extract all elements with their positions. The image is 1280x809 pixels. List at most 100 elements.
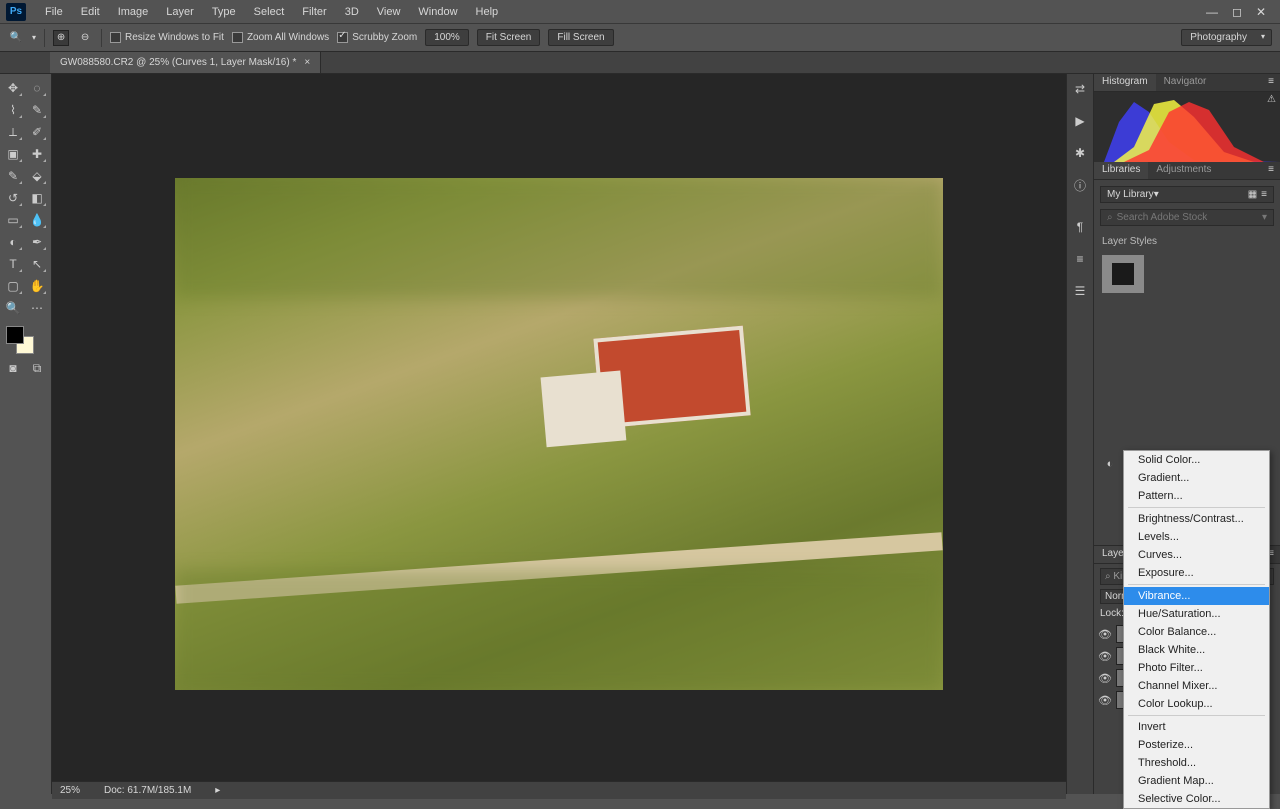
menu-window[interactable]: Window: [409, 6, 466, 18]
menu-item-vibrance---[interactable]: Vibrance...: [1124, 587, 1269, 605]
collapsed-panel-icon[interactable]: ≡: [1071, 250, 1089, 268]
gradient-tool[interactable]: ▭: [2, 210, 24, 230]
blur-tool[interactable]: 💧: [26, 210, 48, 230]
doc-size-display[interactable]: Doc: 61.7M/185.1M: [104, 785, 191, 796]
minimize-button[interactable]: —: [1206, 5, 1218, 19]
menu-item-exposure---[interactable]: Exposure...: [1124, 564, 1269, 582]
menu-type[interactable]: Type: [203, 6, 245, 18]
collapsed-panel-icon[interactable]: ☰: [1071, 282, 1089, 300]
path-select-tool[interactable]: ↖: [26, 254, 48, 274]
menu-select[interactable]: Select: [245, 6, 294, 18]
workspace-switcher[interactable]: Photography: [1181, 29, 1272, 46]
brush-tool[interactable]: ✎: [2, 166, 24, 186]
menu-filter[interactable]: Filter: [293, 6, 335, 18]
collapsed-panel-icon[interactable]: ✱: [1071, 144, 1089, 162]
color-swatches[interactable]: [2, 326, 48, 356]
history-brush-tool[interactable]: ↺: [2, 188, 24, 208]
tool-indicator-zoom[interactable]: 🔍: [8, 30, 24, 46]
menu-item-selective-color---[interactable]: Selective Color...: [1124, 790, 1269, 808]
tab-navigator[interactable]: Navigator: [1156, 74, 1215, 91]
tab-histogram[interactable]: Histogram: [1094, 74, 1156, 91]
foreground-color-swatch[interactable]: [6, 326, 24, 344]
visibility-icon[interactable]: 👁: [1098, 694, 1110, 707]
menu-item-solid-color---[interactable]: Solid Color...: [1124, 451, 1269, 469]
menu-item-pattern---[interactable]: Pattern...: [1124, 487, 1269, 505]
dodge-tool[interactable]: ◐: [2, 232, 24, 252]
status-chevron-icon[interactable]: ▸: [215, 785, 220, 796]
menu-item-color-balance---[interactable]: Color Balance...: [1124, 623, 1269, 641]
collapsed-panel-icon[interactable]: ▶: [1071, 112, 1089, 130]
visibility-icon[interactable]: 👁: [1098, 672, 1110, 685]
close-button[interactable]: ✕: [1256, 5, 1266, 19]
screen-mode-toggle[interactable]: ⧉: [26, 358, 48, 378]
edit-toolbar[interactable]: ⋯: [26, 298, 48, 318]
collapsed-panel-icon[interactable]: ¶: [1071, 218, 1089, 236]
document-tab[interactable]: GW088580.CR2 @ 25% (Curves 1, Layer Mask…: [50, 52, 321, 73]
type-tool[interactable]: T: [2, 254, 24, 274]
zoom-out-icon[interactable]: ⊖: [77, 30, 93, 46]
collapsed-panel-icon[interactable]: ⓘ: [1071, 176, 1089, 194]
menu-edit[interactable]: Edit: [72, 6, 109, 18]
zoom-level-display[interactable]: 25%: [60, 785, 80, 796]
menu-image[interactable]: Image: [109, 6, 158, 18]
menu-item-invert[interactable]: Invert: [1124, 718, 1269, 736]
move-tool[interactable]: ✥: [2, 78, 24, 98]
menu-item-channel-mixer---[interactable]: Channel Mixer...: [1124, 677, 1269, 695]
library-selector[interactable]: My Library▾ ▦≡: [1100, 186, 1274, 203]
library-search-input[interactable]: ⌕ Search Adobe Stock ▾: [1100, 209, 1274, 226]
frame-tool[interactable]: ▣: [2, 144, 24, 164]
maximize-button[interactable]: ◻: [1232, 5, 1242, 19]
canvas-area[interactable]: [52, 74, 1066, 794]
menu-item-brightness-contrast---[interactable]: Brightness/Contrast...: [1124, 510, 1269, 528]
hand-tool[interactable]: ✋: [26, 276, 48, 296]
list-view-icon[interactable]: ≡: [1261, 189, 1267, 200]
quick-select-tool[interactable]: ✎: [26, 100, 48, 120]
resize-windows-checkbox[interactable]: Resize Windows to Fit: [110, 32, 224, 43]
spot-heal-tool[interactable]: ✚: [26, 144, 48, 164]
fill-screen-button[interactable]: Fill Screen: [548, 29, 613, 46]
quick-mask-toggle[interactable]: ◙: [2, 358, 24, 378]
lasso-tool[interactable]: ⌇: [2, 100, 24, 120]
zoom-tool[interactable]: 🔍: [2, 298, 24, 318]
new-adjustment-layer-button[interactable]: ◐: [1099, 456, 1121, 472]
pen-tool[interactable]: ✒: [26, 232, 48, 252]
zoom-100-button[interactable]: 100%: [425, 29, 469, 46]
tab-adjustments[interactable]: Adjustments: [1148, 162, 1219, 179]
panel-menu-icon[interactable]: ≡: [1262, 74, 1280, 91]
tab-libraries[interactable]: Libraries: [1094, 162, 1148, 179]
menu-item-hue-saturation---[interactable]: Hue/Saturation...: [1124, 605, 1269, 623]
menu-item-photo-filter---[interactable]: Photo Filter...: [1124, 659, 1269, 677]
menu-item-curves---[interactable]: Curves...: [1124, 546, 1269, 564]
menu-item-black--white---[interactable]: Black White...: [1124, 641, 1269, 659]
menu-item-threshold---[interactable]: Threshold...: [1124, 754, 1269, 772]
menu-help[interactable]: Help: [467, 6, 508, 18]
menu-item-levels---[interactable]: Levels...: [1124, 528, 1269, 546]
scrubby-zoom-checkbox[interactable]: Scrubby Zoom: [337, 32, 417, 43]
eraser-tool[interactable]: ◧: [26, 188, 48, 208]
visibility-icon[interactable]: 👁: [1098, 628, 1110, 641]
menu-item-color-lookup---[interactable]: Color Lookup...: [1124, 695, 1269, 713]
menu-file[interactable]: File: [36, 6, 72, 18]
zoom-in-icon[interactable]: ⊕: [53, 30, 69, 46]
visibility-icon[interactable]: 👁: [1098, 650, 1110, 663]
chevron-down-icon[interactable]: ▾: [1262, 212, 1267, 223]
panel-menu-icon[interactable]: ≡: [1262, 162, 1280, 179]
close-tab-icon[interactable]: ×: [304, 57, 310, 68]
crop-tool[interactable]: ⟂: [2, 122, 24, 142]
eyedropper-tool[interactable]: ✐: [26, 122, 48, 142]
fit-screen-button[interactable]: Fit Screen: [477, 29, 541, 46]
menu-item-gradient---[interactable]: Gradient...: [1124, 469, 1269, 487]
histogram-warning-icon[interactable]: ⚠: [1267, 94, 1276, 105]
stamp-tool[interactable]: ⬙: [26, 166, 48, 186]
rectangle-tool[interactable]: ▢: [2, 276, 24, 296]
library-asset-thumb[interactable]: [1102, 255, 1144, 293]
menu-view[interactable]: View: [368, 6, 410, 18]
zoom-all-windows-checkbox[interactable]: Zoom All Windows: [232, 32, 329, 43]
menu-layer[interactable]: Layer: [157, 6, 203, 18]
marquee-tool[interactable]: ◌: [26, 78, 48, 98]
collapsed-panel-icon[interactable]: ⇄: [1071, 80, 1089, 98]
grid-view-icon[interactable]: ▦: [1248, 189, 1257, 200]
menu-item-gradient-map---[interactable]: Gradient Map...: [1124, 772, 1269, 790]
menu-3d[interactable]: 3D: [336, 6, 368, 18]
menu-item-posterize---[interactable]: Posterize...: [1124, 736, 1269, 754]
